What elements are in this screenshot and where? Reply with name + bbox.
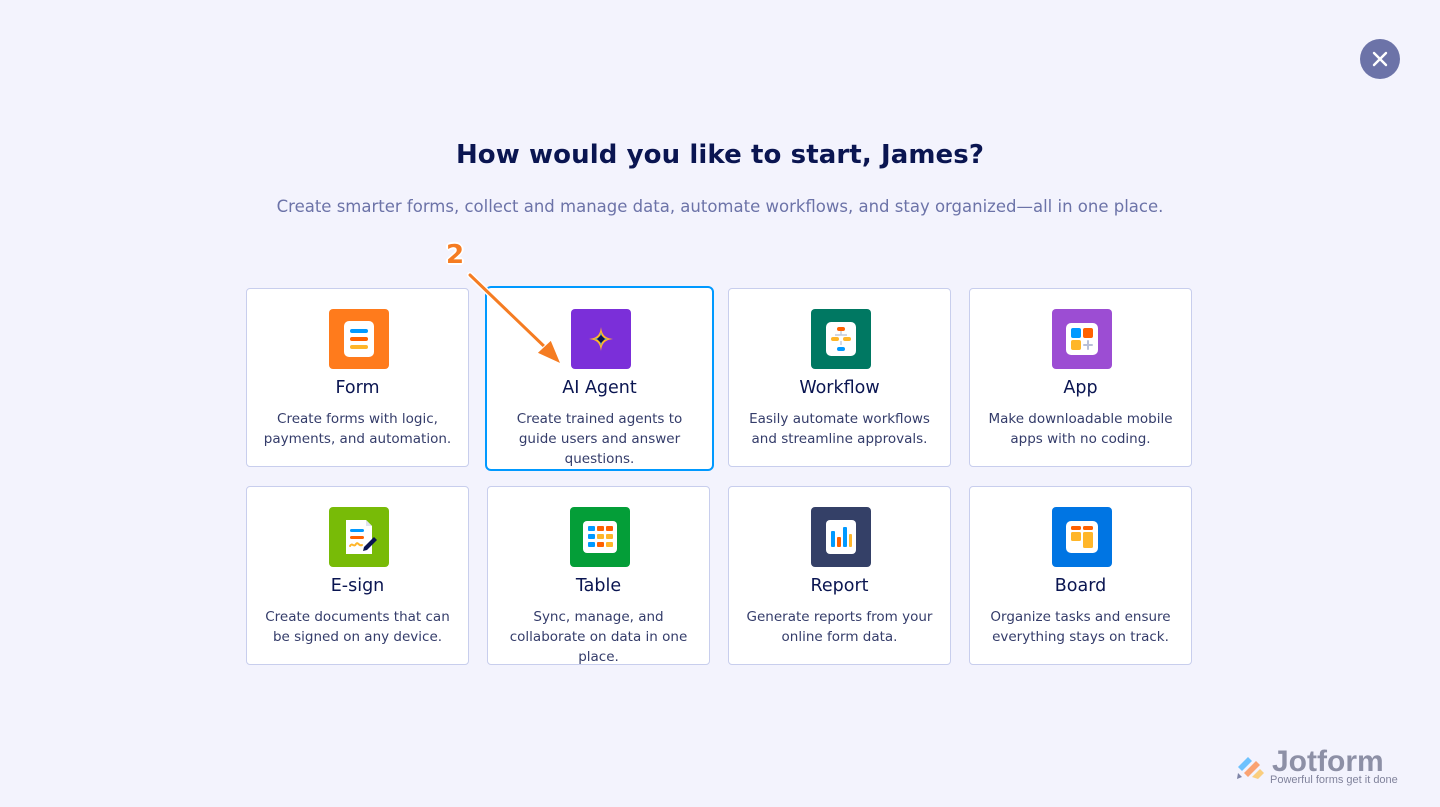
close-icon: [1372, 51, 1388, 67]
option-title: Report: [810, 576, 869, 596]
option-card-ai-agent[interactable]: AI Agent Create trained agents to guide …: [485, 286, 714, 471]
option-description: Generate reports from your online form d…: [746, 609, 933, 645]
option-card-form[interactable]: Form Create forms with logic, payments, …: [246, 288, 469, 467]
board-icon: [1052, 507, 1112, 567]
option-description: Make downloadable mobile apps with no co…: [988, 411, 1173, 447]
annotation-arrow: [467, 272, 562, 365]
option-card-esign[interactable]: E-sign Create documents that can be sign…: [246, 486, 469, 665]
jotform-watermark: Jotform Powerful forms get it done: [1234, 745, 1414, 790]
option-description: Sync, manage, and collaborate on data in…: [509, 609, 688, 665]
option-description: Organize tasks and ensure everything sta…: [990, 609, 1171, 645]
ai-agent-icon: [571, 309, 631, 369]
workflow-icon: [811, 309, 871, 369]
option-title: AI Agent: [562, 378, 637, 398]
option-description: Easily automate workflows and streamline…: [749, 411, 930, 447]
report-icon: [811, 507, 871, 567]
form-icon: [329, 309, 389, 369]
option-description: Create documents that can be signed on a…: [265, 609, 450, 645]
option-card-board[interactable]: Board Organize tasks and ensure everythi…: [969, 486, 1192, 665]
close-button[interactable]: [1360, 39, 1400, 79]
modal-subtitle: Create smarter forms, collect and manage…: [276, 197, 1164, 216]
option-description: Create forms with logic, payments, and a…: [263, 411, 452, 447]
app-icon: [1052, 309, 1112, 369]
option-title: Workflow: [799, 378, 880, 398]
table-icon: [570, 507, 630, 567]
option-card-workflow[interactable]: Workflow Easily automate workflows and s…: [728, 288, 951, 467]
option-title: E-sign: [330, 576, 385, 596]
esign-icon: [329, 507, 389, 567]
option-title: Form: [335, 378, 380, 398]
option-card-table[interactable]: Table Sync, manage, and collaborate on d…: [487, 486, 710, 665]
step-number-annotation: 2: [446, 240, 465, 270]
brand-tagline: Powerful forms get it done: [1270, 774, 1398, 786]
option-title: Board: [1054, 576, 1107, 596]
modal-title: How would you like to start, James?: [455, 140, 985, 170]
option-card-app[interactable]: App Make downloadable mobile apps with n…: [969, 288, 1192, 467]
option-card-report[interactable]: Report Generate reports from your online…: [728, 486, 951, 665]
option-description: Create trained agents to guide users and…: [516, 411, 683, 467]
jotform-logo-icon: [1237, 757, 1264, 779]
option-title: Table: [575, 576, 622, 596]
option-title: App: [1063, 378, 1098, 398]
